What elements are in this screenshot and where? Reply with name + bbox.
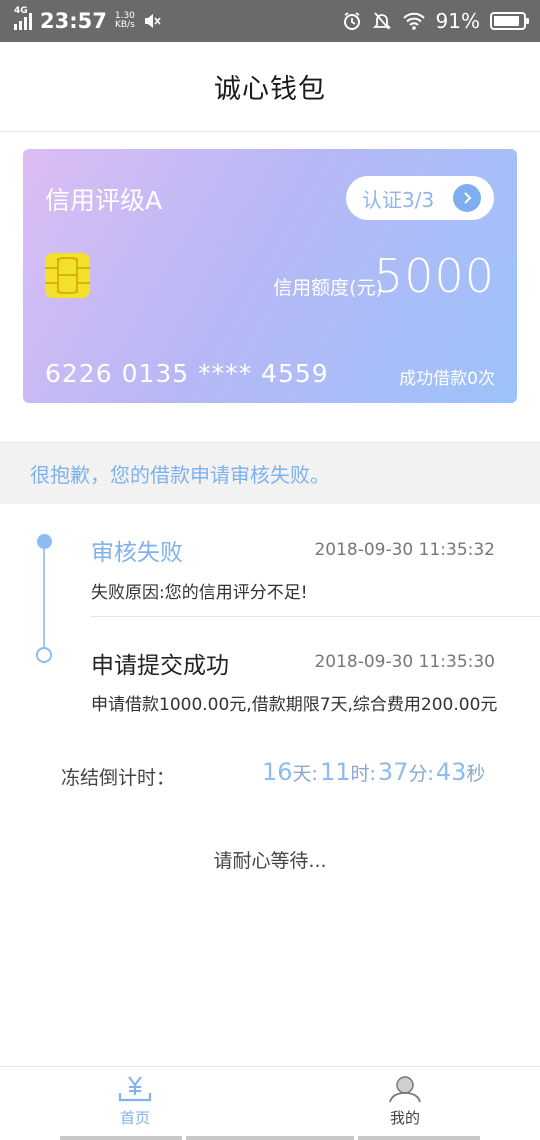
timeline-event-time: 2018-09-30 11:35:30 — [314, 652, 495, 672]
countdown-seconds: 43 — [435, 758, 467, 786]
timeline-event-title: 审核失败 — [91, 540, 183, 566]
nav-mine-label: 我的 — [389, 1109, 420, 1127]
mute-icon — [144, 14, 161, 28]
credit-rating: 信用评级A — [45, 186, 163, 215]
credit-limit-value: 5000 — [373, 249, 495, 303]
timeline-event-title: 申请提交成功 — [91, 653, 229, 679]
credit-limit-label: 信用额度(元) — [273, 277, 383, 299]
verify-label: 认证3/3 — [362, 187, 435, 212]
nav-mine[interactable]: 我的 — [270, 1067, 540, 1140]
wifi-icon — [402, 12, 425, 30]
credit-card: 信用评级A 认证3/3 信用额度(元) 5000 6226 0135 **** … — [23, 149, 517, 403]
divider — [91, 616, 540, 617]
notification-off-icon — [372, 12, 391, 30]
card-number: 6226 0135 **** 4559 — [45, 359, 329, 388]
review-failed-notice: 很抱歉，您的借款申请审核失败。 — [0, 442, 540, 504]
app-header: 诚心钱包 — [0, 42, 540, 132]
home-yen-icon — [118, 1076, 152, 1102]
alarm-icon — [343, 12, 360, 30]
battery-icon — [490, 12, 529, 30]
status-bar: 4G 23:57 1.30 KB/s 91% — [0, 0, 540, 42]
timeline-dot — [36, 647, 52, 663]
timeline-event-time: 2018-09-30 11:35:32 — [314, 540, 495, 560]
notice-text: 很抱歉，您的借款申请审核失败。 — [30, 463, 330, 487]
timeline-event-desc: 申请借款1000.00元,借款期限7天,综合费用200.00元 — [91, 695, 498, 715]
countdown-hours: 11 — [319, 758, 351, 786]
countdown-minutes: 37 — [377, 758, 409, 786]
bottom-nav: 首页 我的 — [0, 1066, 540, 1140]
nav-home-label: 首页 — [119, 1109, 150, 1127]
timeline-line — [43, 545, 45, 653]
countdown-days: 16 — [262, 758, 293, 786]
nav-home[interactable]: 首页 — [0, 1067, 270, 1140]
network-type: 4G — [14, 6, 28, 16]
page-title: 诚心钱包 — [214, 74, 326, 105]
countdown-label: 冻结倒计时： — [61, 767, 176, 789]
wait-message: 请耐心等待... — [213, 850, 327, 872]
verify-button[interactable]: 认证3/3 — [346, 176, 494, 220]
status-time: 23:57 — [40, 9, 107, 33]
battery-percent: 91% — [435, 9, 480, 33]
freeze-countdown: 16 天: 11 时: 37 分: 43 秒 — [262, 758, 486, 786]
timeline-dot-active — [37, 534, 52, 549]
card-chip-icon — [45, 253, 90, 298]
timeline-event-desc: 失败原因:您的信用评分不足! — [91, 583, 308, 603]
signal-icon: 4G — [14, 6, 32, 30]
network-speed: 1.30 KB/s — [114, 11, 135, 30]
gesture-bar — [0, 1134, 540, 1140]
chevron-right-icon — [453, 184, 481, 212]
user-icon — [389, 1076, 421, 1103]
loan-count: 成功借款0次 — [399, 369, 495, 389]
